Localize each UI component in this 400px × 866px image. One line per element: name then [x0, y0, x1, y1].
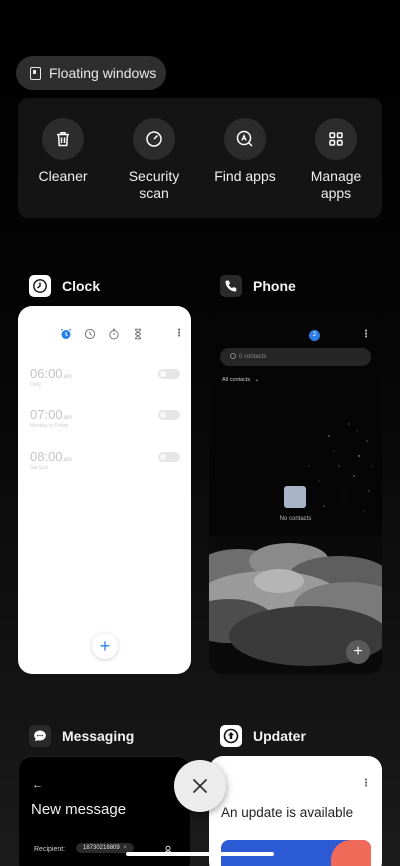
floating-window-icon	[30, 66, 41, 80]
find-apps-button[interactable]: Find apps	[200, 118, 290, 185]
security-scan-label: Security scan	[128, 168, 180, 201]
clock-app-card[interactable]: ⋮ 06:00am Daily 07:00am Monday to Friday…	[18, 306, 191, 674]
back-arrow-icon[interactable]: ←	[32, 779, 43, 791]
gauge-icon	[133, 118, 175, 160]
messaging-app-card[interactable]: ← New message Recipient: 18730218809 ×	[18, 756, 191, 866]
cleaner-label: Cleaner	[38, 168, 88, 184]
clock-tab-bar: ⋮	[60, 328, 184, 340]
add-alarm-button[interactable]: +	[92, 633, 118, 659]
search-apps-icon	[224, 118, 266, 160]
recipient-label: Recipient:	[34, 846, 66, 853]
clock-app-header[interactable]: Clock	[29, 275, 100, 297]
alarm-item[interactable]: 08:00am Sat Sun	[30, 449, 180, 471]
add-contact-button[interactable]: +	[346, 640, 370, 664]
phone-app-icon	[220, 275, 242, 297]
alarm-repeat: Monday to Friday	[30, 423, 69, 429]
contacts-empty-icon	[284, 486, 306, 508]
messaging-app-header[interactable]: Messaging	[29, 725, 134, 747]
alarm-toggle[interactable]	[158, 452, 180, 462]
messaging-app-icon	[29, 725, 51, 747]
alarm-tab-icon[interactable]	[60, 328, 72, 340]
home-indicator[interactable]	[126, 852, 274, 856]
alarm-item[interactable]: 07:00am Monday to Friday	[30, 407, 180, 429]
floating-windows-button[interactable]: Floating windows	[16, 56, 166, 90]
clear-all-button[interactable]	[174, 760, 226, 812]
updater-app-card[interactable]: ⋮ An update is available	[209, 756, 382, 866]
find-apps-label: Find apps	[214, 168, 276, 184]
recipient-chip[interactable]: 18730218809 ×	[76, 843, 134, 853]
updater-app-name: Updater	[253, 728, 306, 744]
alarm-repeat: Sat Sun	[30, 465, 48, 471]
clock-app-icon	[29, 275, 51, 297]
clock-app-name: Clock	[62, 278, 101, 294]
clock-more-icon[interactable]: ⋮	[174, 329, 184, 339]
manage-apps-button[interactable]: Manage apps	[291, 118, 381, 202]
manage-apps-label: Manage apps	[310, 168, 362, 201]
world-clock-tab-icon[interactable]	[84, 328, 96, 340]
alarm-toggle[interactable]	[158, 369, 180, 379]
alarm-item[interactable]: 06:00am Daily	[30, 366, 180, 388]
chip-close-icon[interactable]: ×	[123, 845, 127, 851]
grid-icon	[315, 118, 357, 160]
quick-actions-panel: Cleaner Security scan Find apps Manage a…	[18, 98, 382, 218]
starfield-decoration	[308, 423, 373, 512]
recipient-number: 18730218809	[83, 845, 120, 851]
messaging-app-name: Messaging	[62, 728, 135, 744]
trash-icon	[42, 118, 84, 160]
phone-app-header[interactable]: Phone	[220, 275, 296, 297]
contacts-empty-text: No contacts	[279, 516, 312, 522]
security-scan-button[interactable]: Security scan	[109, 118, 199, 202]
phone-app-card[interactable]: 2 ⋮ 0 contacts All contacts ⌄ No contact…	[209, 306, 382, 674]
cleaner-button[interactable]: Cleaner	[18, 118, 108, 185]
floating-windows-label: Floating windows	[49, 65, 157, 81]
updater-app-icon	[220, 725, 242, 747]
new-message-title: New message	[31, 801, 127, 818]
updater-app-header[interactable]: Updater	[220, 725, 306, 747]
stopwatch-tab-icon[interactable]	[108, 328, 120, 340]
timer-tab-icon[interactable]	[132, 328, 144, 340]
close-icon	[193, 779, 207, 793]
alarm-repeat: Daily	[30, 382, 42, 388]
alarm-toggle[interactable]	[158, 410, 180, 420]
updater-more-icon[interactable]: ⋮	[361, 778, 371, 789]
phone-app-name: Phone	[253, 278, 296, 294]
update-available-title: An update is available	[221, 805, 354, 820]
